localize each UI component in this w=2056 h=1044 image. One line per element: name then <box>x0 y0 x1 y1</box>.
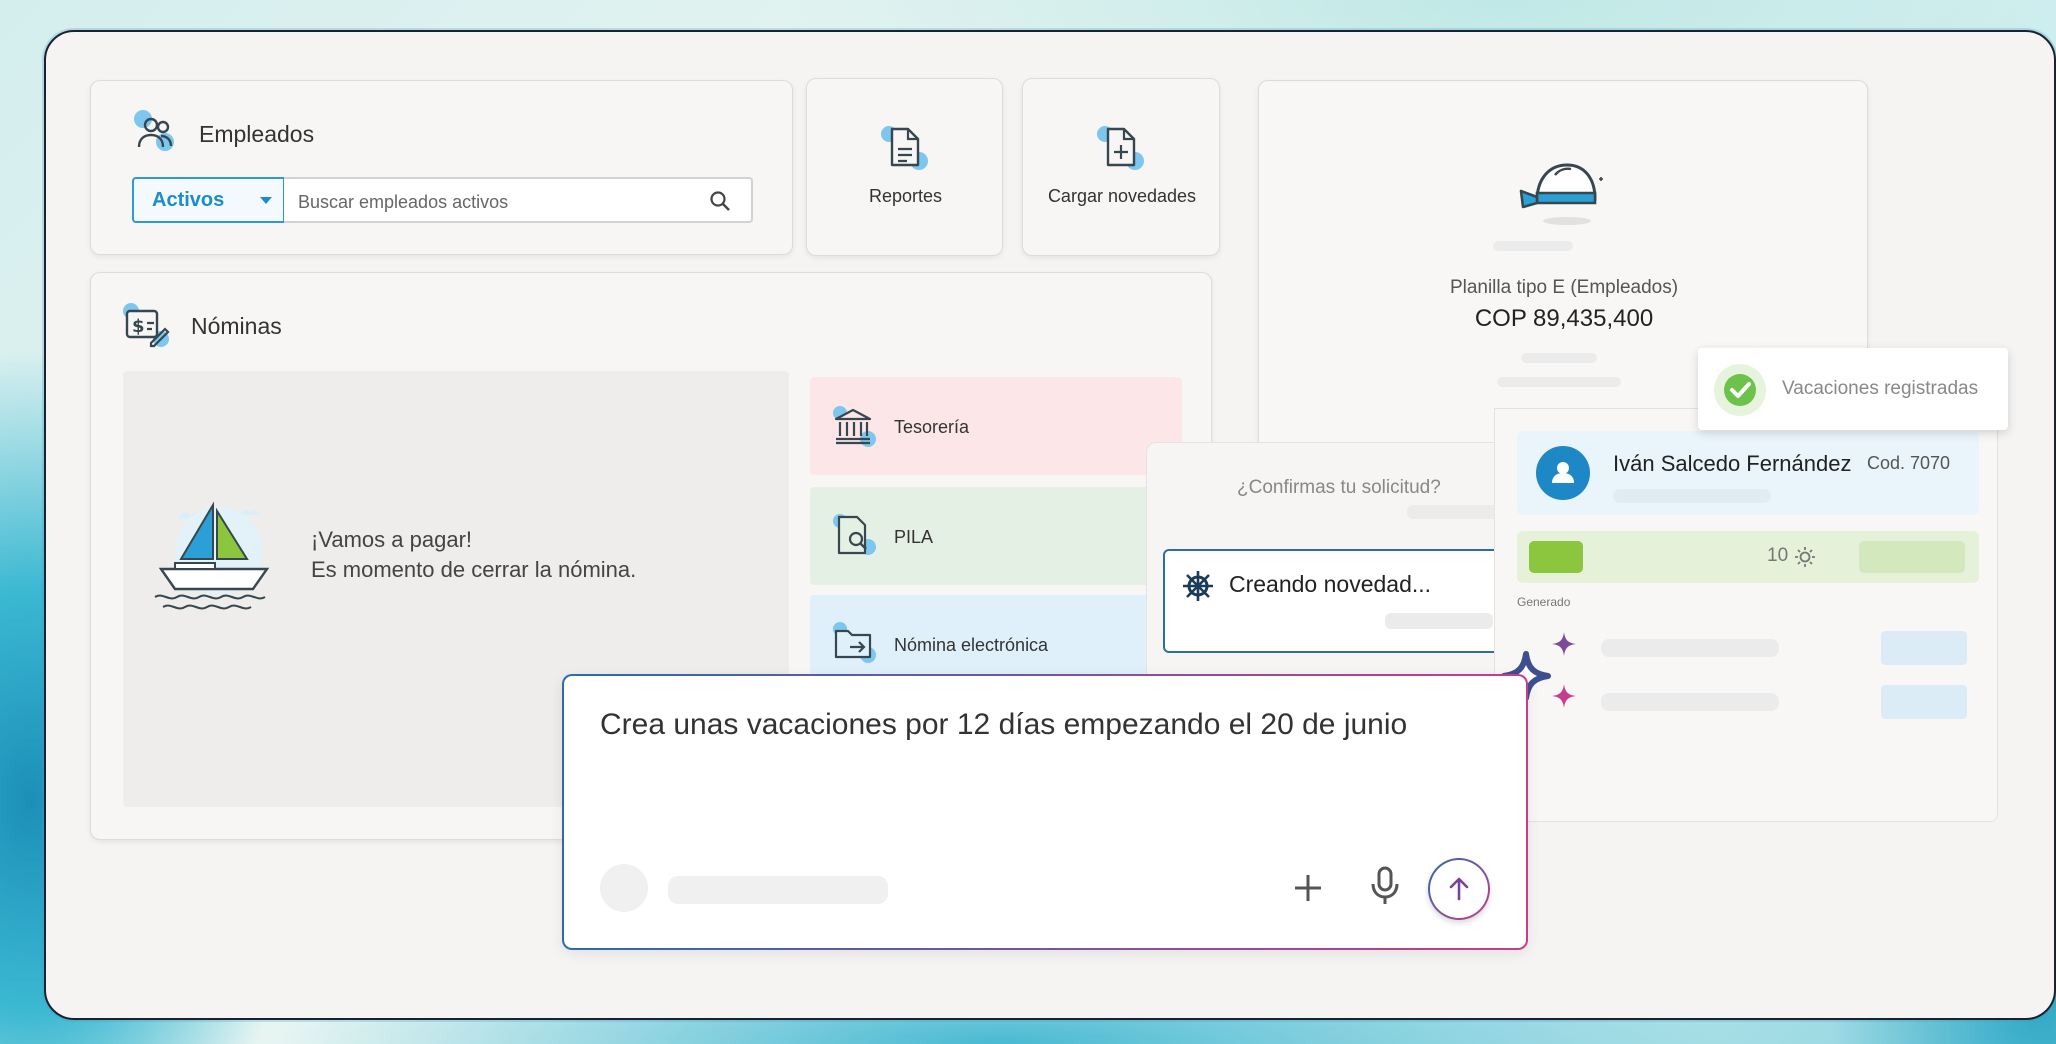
prompt-text[interactable]: Crea unas vacaciones por 12 días empezan… <box>600 708 1407 742</box>
ai-prompt-box[interactable]: Crea unas vacaciones por 12 días empezan… <box>562 674 1528 950</box>
svg-text:$: $ <box>132 316 145 337</box>
employee-name: Iván Salcedo Fernández <box>1613 451 1852 476</box>
employee-search-field[interactable]: Buscar empleados activos <box>284 177 753 223</box>
upload-icon <box>1097 126 1144 170</box>
user-icon <box>1536 446 1590 500</box>
days-badge <box>1529 541 1583 573</box>
banner-line-1: ¡Vamos a pagar! <box>311 527 473 552</box>
pila-label: PILA <box>894 527 934 547</box>
creating-news-box: Creando novedad... <box>1163 549 1523 653</box>
planilla-title: Planilla tipo E (Empleados) <box>1449 277 1679 298</box>
employee-header: Iván Salcedo Fernández Cod. 7070 <box>1517 431 1979 515</box>
planilla-placeholder-bar <box>1497 377 1621 387</box>
creating-news-placeholder-bar <box>1385 613 1493 629</box>
ai-prompt-inner: Crea unas vacaciones por 12 días empezan… <box>564 676 1526 948</box>
bank-icon <box>833 406 876 447</box>
confirm-question: ¿Confirmas tu solicitud? <box>1237 477 1441 498</box>
reports-card[interactable]: Reportes <box>806 78 1003 256</box>
check-icon <box>1714 364 1766 416</box>
planilla-placeholder-bar <box>1493 241 1573 251</box>
plus-icon[interactable] <box>1292 872 1324 904</box>
folder-icon <box>833 622 876 663</box>
employee-placeholder-bar <box>1613 489 1771 503</box>
payroll-icon: $ <box>123 303 170 348</box>
status-filter-select[interactable]: Activos <box>132 177 285 223</box>
reports-label: Reportes <box>868 186 943 206</box>
employee-search-placeholder: Buscar empleados activos <box>298 192 509 212</box>
generated-tag <box>1881 631 1967 665</box>
upload-news-card[interactable]: Cargar novedades <box>1022 78 1220 256</box>
vacation-days-row: 10 <box>1517 531 1979 583</box>
payroll-item-pila[interactable]: PILA <box>810 487 1182 585</box>
tesoreria-label: Tesorería <box>894 417 970 437</box>
sun-icon <box>1795 547 1815 567</box>
pila-icon <box>833 514 876 555</box>
status-filter-value: Activos <box>152 189 225 211</box>
planilla-amount: COP 89,435,400 <box>1474 305 1654 332</box>
generated-label: Generado <box>1517 595 1571 609</box>
days-count: 10 <box>1767 545 1789 566</box>
employees-icon <box>134 110 174 151</box>
generated-tag <box>1881 685 1967 719</box>
prompt-placeholder-bar <box>668 876 888 904</box>
search-icon[interactable] <box>709 190 731 212</box>
banner-line-2: Es momento de cerrar la nómina. <box>311 557 637 582</box>
arrow-up-icon <box>1449 877 1469 901</box>
planilla-placeholder-bar <box>1521 353 1597 363</box>
employee-code: Cod. 7070 <box>1867 453 1951 473</box>
toast-message: Vacaciones registradas <box>1782 378 1979 399</box>
helmet-icon <box>1519 163 1603 225</box>
attachment-placeholder <box>600 864 648 912</box>
confirm-placeholder-bar <box>1407 505 1507 519</box>
employees-card: Empleados Activos Buscar empleados activ… <box>90 80 793 255</box>
reports-icon <box>881 126 928 170</box>
payroll-title: Nóminas <box>191 313 282 339</box>
generated-placeholder-bar <box>1601 693 1779 711</box>
caret-down-icon <box>260 197 272 204</box>
payroll-item-tesoreria[interactable]: Tesorería <box>810 377 1182 475</box>
creating-news-status: Creando novedad... <box>1229 571 1432 597</box>
success-toast: Vacaciones registradas <box>1698 348 2008 430</box>
generated-placeholder-bar <box>1601 639 1779 657</box>
employees-title: Empleados <box>199 121 315 147</box>
send-button[interactable] <box>1428 858 1490 920</box>
helm-icon <box>1183 571 1213 601</box>
upload-news-label: Cargar novedades <box>1047 186 1197 206</box>
employee-detail-card: Iván Salcedo Fernández Cod. 7070 10 Gene… <box>1494 408 1998 822</box>
mic-icon[interactable] <box>1370 866 1400 906</box>
sailboat-icon <box>154 501 270 610</box>
confirm-request-card: ¿Confirmas tu solicitud? Creando novedad… <box>1146 442 1523 686</box>
days-placeholder <box>1859 541 1965 573</box>
nomina-electronica-label: Nómina electrónica <box>894 635 1049 655</box>
